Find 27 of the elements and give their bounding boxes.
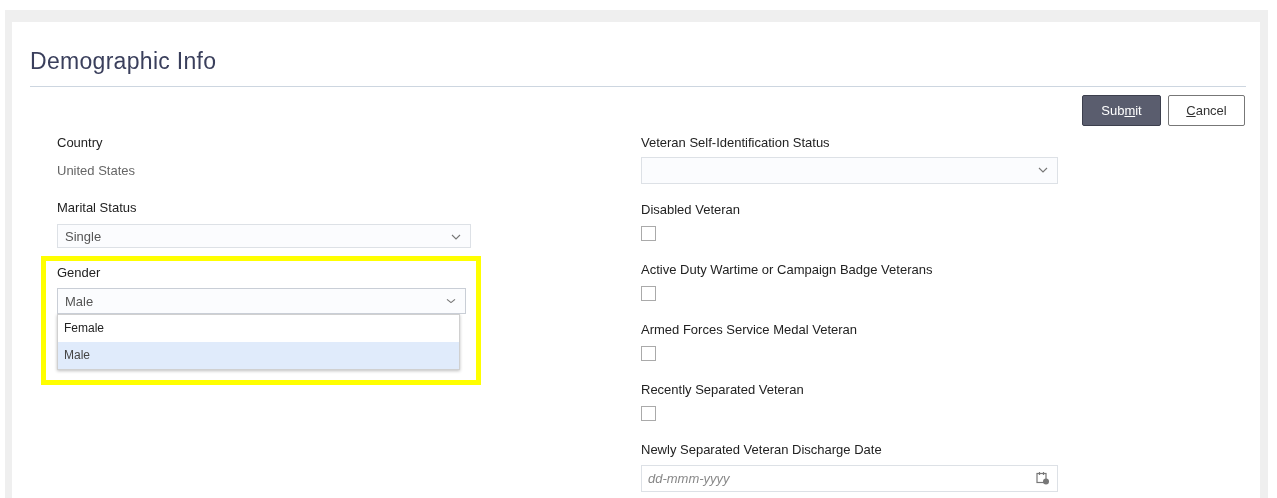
checkbox[interactable] bbox=[641, 286, 656, 301]
select-field[interactable]: Single bbox=[57, 224, 471, 248]
checkbox[interactable] bbox=[641, 346, 656, 361]
field-label: Gender bbox=[57, 264, 102, 282]
checkbox[interactable] bbox=[641, 406, 656, 421]
field-label: Active Duty Wartime or Campaign Badge Veterans bbox=[641, 261, 934, 279]
select-field[interactable] bbox=[641, 157, 1058, 184]
dropdown-option[interactable]: Male bbox=[58, 342, 459, 369]
checkbox[interactable] bbox=[641, 226, 656, 241]
field-label: Recently Separated Veteran bbox=[641, 381, 805, 399]
field-value: United States bbox=[57, 162, 137, 180]
submit-button[interactable]: Submit bbox=[1082, 95, 1161, 126]
date-field[interactable]: dd-mmm-yyyy bbox=[641, 465, 1058, 492]
chevron-down-icon bbox=[451, 234, 461, 240]
field-label: Veteran Self-Identification Status bbox=[641, 134, 831, 152]
dropdown-option[interactable]: Female bbox=[58, 315, 459, 342]
page-title: Demographic Info bbox=[30, 47, 218, 76]
field-label: Disabled Veteran bbox=[641, 201, 741, 219]
field-label: Country bbox=[57, 134, 104, 152]
field-label: Armed Forces Service Medal Veteran bbox=[641, 321, 859, 339]
cancel-button[interactable]: Cancel bbox=[1168, 95, 1245, 126]
calendar-icon[interactable] bbox=[1036, 471, 1050, 485]
chevron-down-icon bbox=[1038, 167, 1048, 173]
field-label: Marital Status bbox=[57, 199, 138, 217]
select-field[interactable]: Male bbox=[57, 288, 466, 314]
field-label: Newly Separated Veteran Discharge Date bbox=[641, 441, 883, 459]
chevron-down-icon bbox=[446, 298, 456, 304]
